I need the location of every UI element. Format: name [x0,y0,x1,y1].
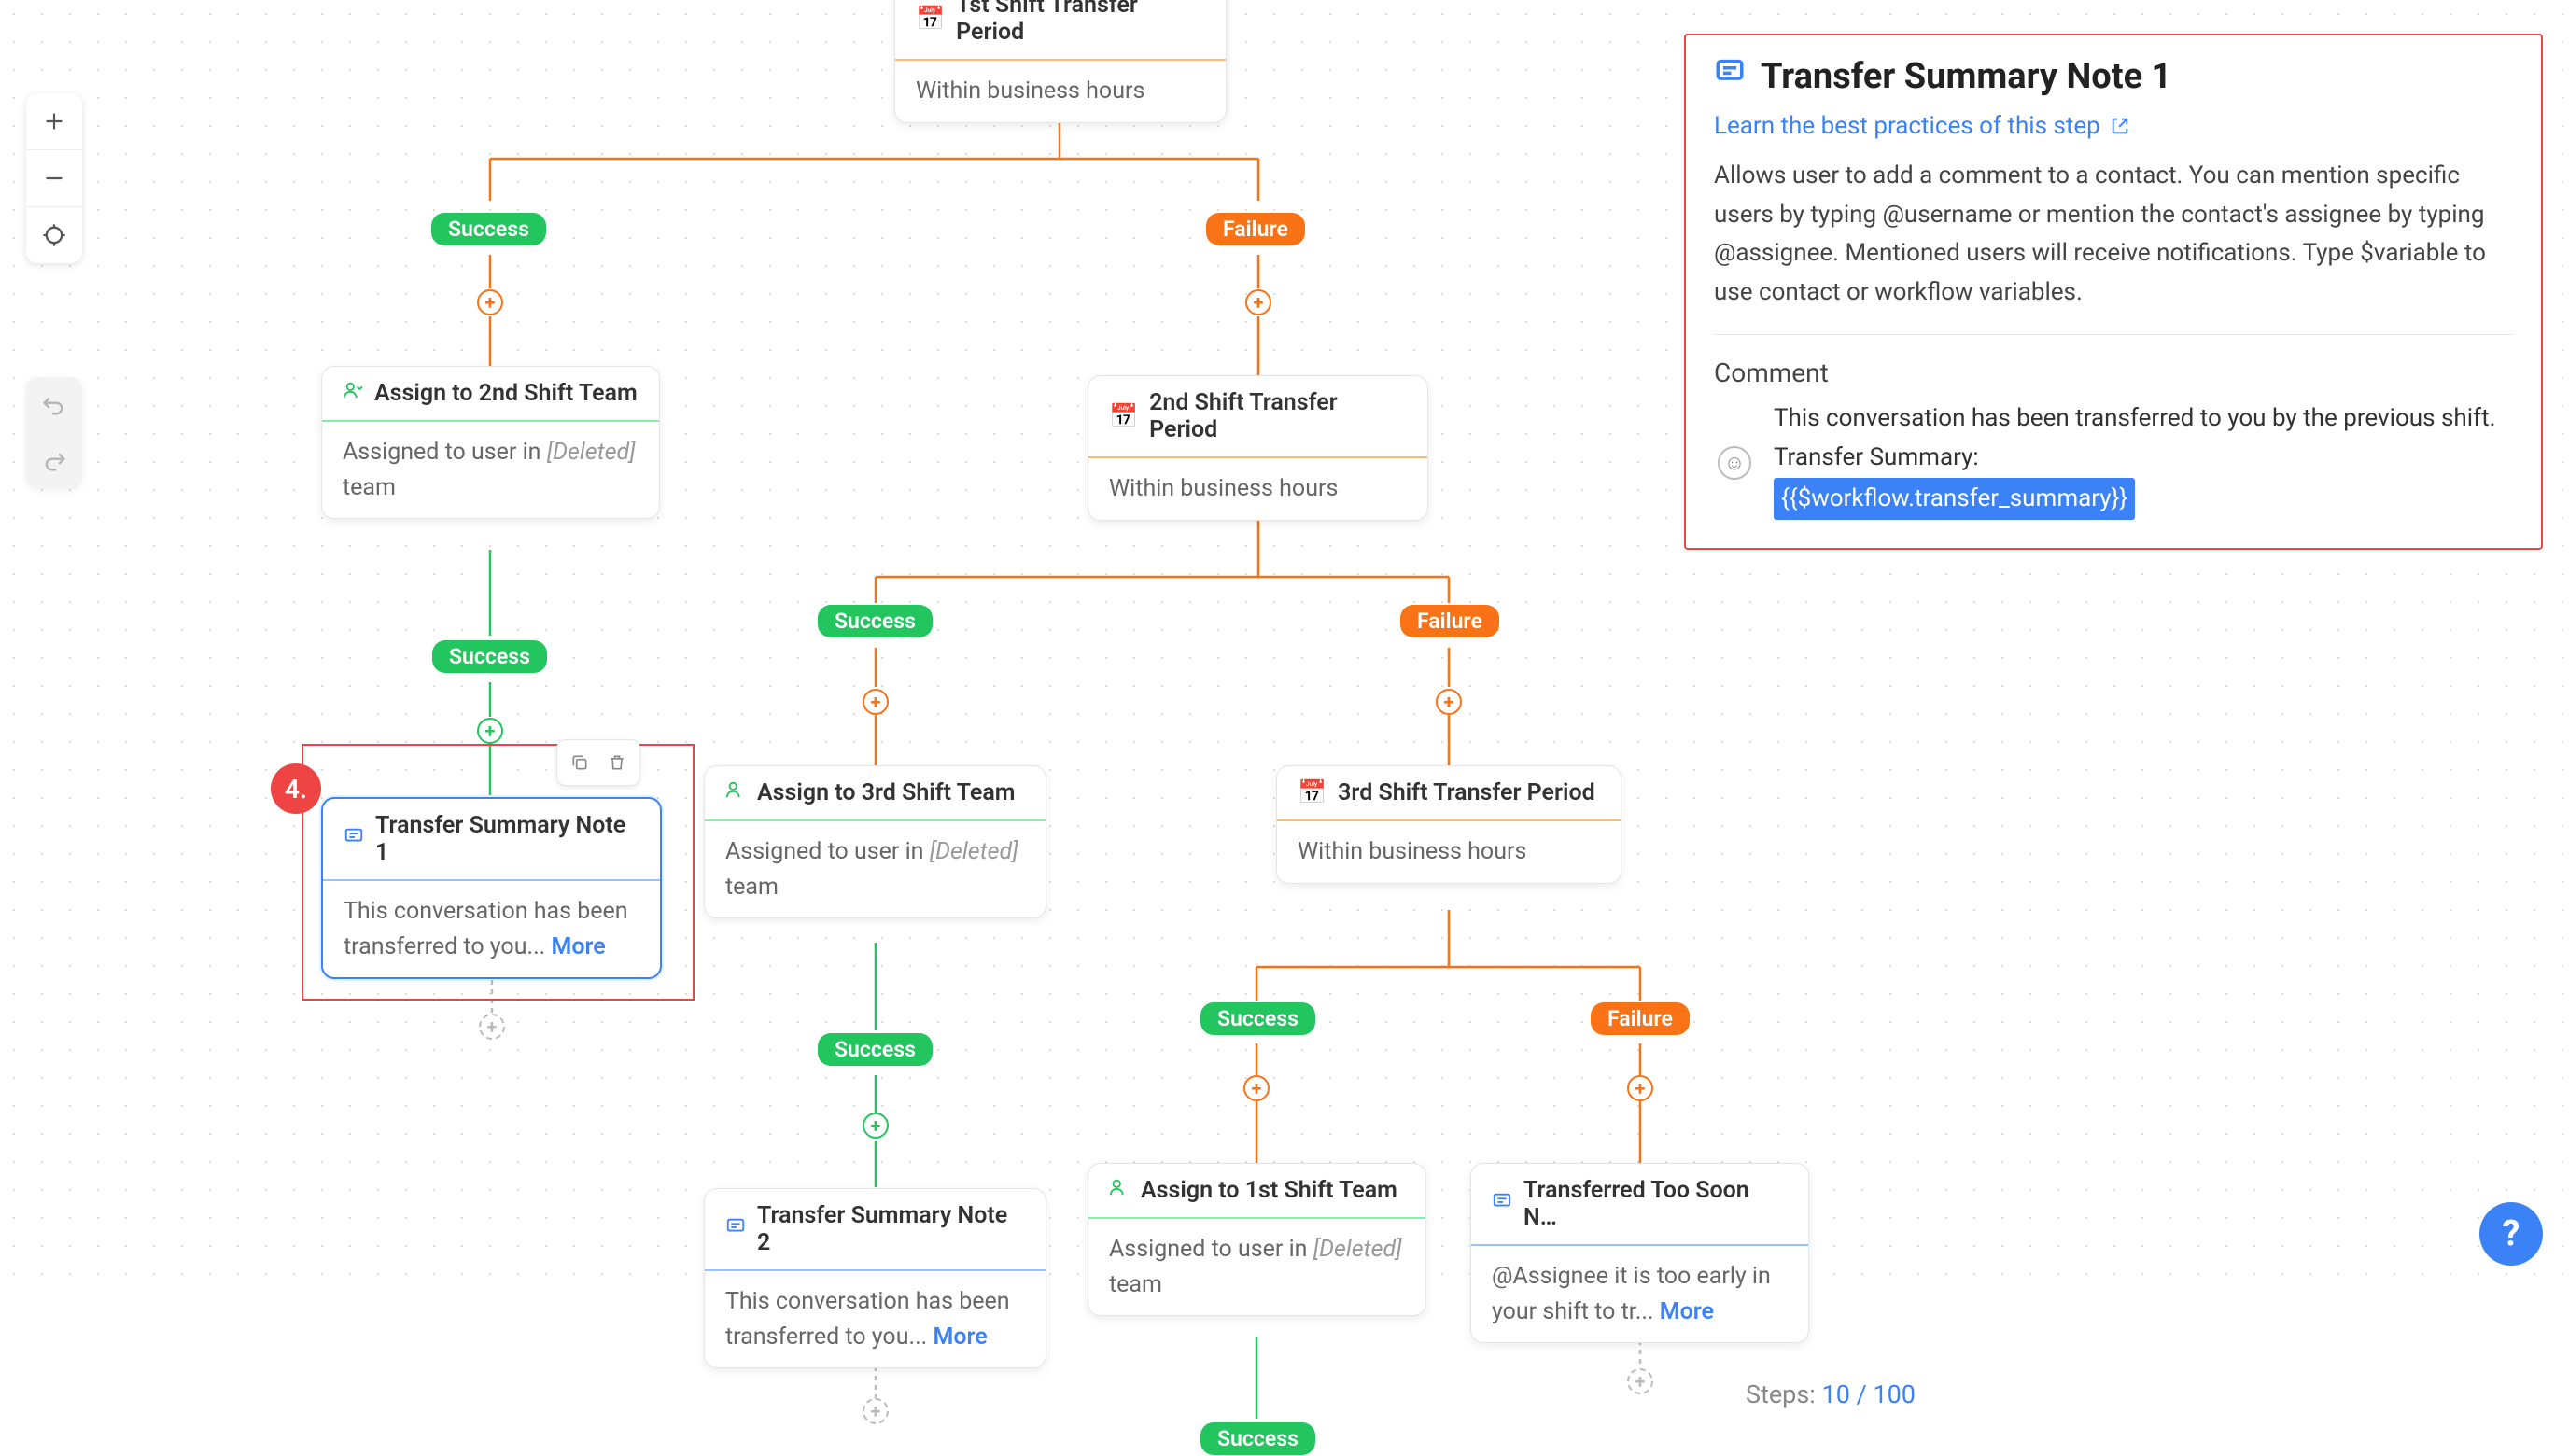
add-step-button[interactable]: + [1436,689,1462,715]
success-pill: Success [818,1033,933,1066]
copy-icon [570,753,589,772]
add-step-button[interactable]: + [477,718,503,744]
redo-icon [41,448,67,474]
minus-icon [42,166,66,190]
success-pill: Success [818,605,933,637]
node-1st-shift-transfer[interactable]: 📅 1st Shift Transfer Period Within busine… [894,0,1227,123]
node-body: Assigned to user in [Deleted] team [705,821,1046,917]
steps-counter: Steps: 10 / 100 [1746,1379,1916,1409]
undo-button[interactable] [26,377,82,433]
center-button[interactable] [26,207,82,263]
node-assign-1st-shift[interactable]: Assign to 1st Shift Team Assigned to use… [1088,1163,1426,1316]
comment-icon [1492,1191,1512,1218]
node-title: Assign to 1st Shift Team [1141,1177,1397,1204]
node-title: Transfer Summary Note 2 [757,1202,1025,1256]
add-step-button[interactable]: + [1627,1368,1653,1394]
more-link[interactable]: More [1660,1298,1714,1325]
node-body: Within business hours [1277,821,1621,883]
failure-pill: Failure [1591,1002,1690,1035]
node-assign-2nd-shift[interactable]: Assign to 2nd Shift Team Assigned to use… [321,366,660,519]
help-button[interactable]: ? [2479,1202,2543,1266]
more-link[interactable]: More [933,1323,987,1351]
node-title: 2nd Shift Transfer Period [1149,389,1407,443]
success-pill: Success [432,640,547,673]
trash-icon [608,753,626,772]
add-step-button[interactable]: + [863,1398,889,1424]
panel-title: Transfer Summary Note 1 [1714,56,2513,97]
step-details-panel: Transfer Summary Note 1 Learn the best p… [1684,34,2543,550]
more-link[interactable]: More [551,933,605,960]
node-body: This conversation has been transferred t… [323,881,660,977]
node-title: 3rd Shift Transfer Period [1338,779,1595,806]
node-body: Assigned to user in [Deleted] team [322,422,659,518]
comment-icon [344,826,364,853]
best-practices-link[interactable]: Learn the best practices of this step [1714,112,2513,140]
add-step-button[interactable]: + [479,1014,505,1040]
node-title: Assign to 3rd Shift Team [757,779,1015,806]
add-step-button[interactable]: + [1243,1075,1270,1101]
add-step-button[interactable]: + [477,289,503,315]
node-2nd-shift-transfer[interactable]: 📅 2nd Shift Transfer Period Within busine… [1088,375,1428,521]
success-pill: Success [431,213,546,245]
success-pill: Success [1200,1422,1315,1455]
add-step-button[interactable]: + [863,1113,889,1139]
undo-icon [41,392,67,418]
failure-pill: Failure [1206,213,1305,245]
node-body: Within business hours [895,61,1226,122]
comment-icon [725,1216,746,1243]
delete-button[interactable] [600,746,634,779]
node-title: Assign to 2nd Shift Team [374,380,638,407]
add-step-button[interactable]: + [863,689,889,715]
copy-button[interactable] [563,746,597,779]
node-title: 1st Shift Transfer Period [956,0,1205,46]
calendar-icon: 📅 [1298,779,1327,806]
user-icon [343,380,363,407]
node-3rd-shift-transfer[interactable]: 📅 3rd Shift Transfer Period Within busine… [1276,765,1621,884]
calendar-icon: 📅 [916,6,945,33]
history-toolbar [26,377,82,489]
redo-button[interactable] [26,433,82,489]
node-body: Within business hours [1088,458,1427,520]
node-actions [556,739,640,786]
node-title: Transfer Summary Note 1 [375,812,639,866]
zoom-out-button[interactable] [26,150,82,206]
add-step-button[interactable]: + [1627,1075,1653,1101]
panel-description: Allows user to add a comment to a contac… [1714,157,2513,312]
node-body: @Assignee it is too early in your shift … [1471,1246,1808,1342]
zoom-toolbar [26,93,82,263]
node-transfer-summary-1[interactable]: Transfer Summary Note 1 This conversatio… [321,797,662,979]
node-body: Assigned to user in [Deleted] team [1088,1219,1425,1315]
calendar-icon: 📅 [1109,403,1138,430]
failure-pill: Failure [1400,605,1499,637]
user-icon [725,779,746,806]
node-transfer-summary-2[interactable]: Transfer Summary Note 2 This conversatio… [704,1188,1046,1368]
crosshair-icon [41,222,67,248]
comment-label: Comment [1714,357,2513,388]
user-icon [1109,1177,1130,1204]
comment-icon [1714,56,1746,97]
node-assign-3rd-shift[interactable]: Assign to 3rd Shift Team Assigned to use… [704,765,1046,918]
emoji-button[interactable]: ☺ [1718,446,1751,480]
zoom-in-button[interactable] [26,93,82,149]
external-link-icon [2110,116,2130,136]
success-pill: Success [1200,1002,1315,1035]
node-title: Transferred Too Soon N… [1523,1177,1788,1231]
node-body: This conversation has been transferred t… [705,1271,1046,1367]
callout-number: 4. [271,763,321,814]
node-transferred-too-soon[interactable]: Transferred Too Soon N… @Assignee it is … [1470,1163,1809,1343]
add-step-button[interactable]: + [1245,289,1271,315]
plus-icon [42,109,66,133]
variable-tag[interactable]: {{$workflow.transfer_summary}} [1774,478,2135,521]
comment-input[interactable]: This conversation has been transferred t… [1774,399,2495,520]
